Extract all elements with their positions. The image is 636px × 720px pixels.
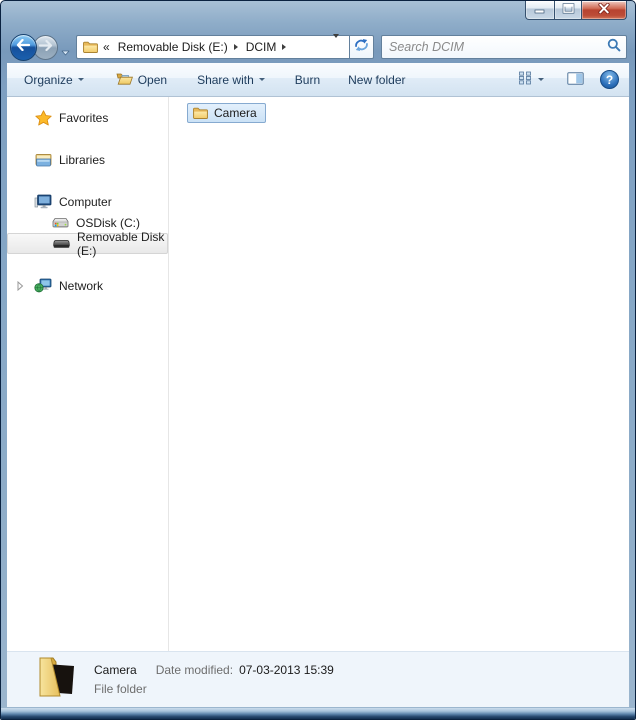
search-box[interactable] xyxy=(381,35,627,59)
refresh-icon xyxy=(354,38,369,57)
help-button[interactable]: ? xyxy=(600,70,619,89)
removable-drive-icon xyxy=(52,239,70,249)
close-button[interactable] xyxy=(582,1,627,20)
open-label: Open xyxy=(138,73,167,87)
star-icon xyxy=(34,110,52,126)
window-bottom-frame xyxy=(1,708,635,719)
breadcrumb-item-removable-disk[interactable]: Removable Disk (E:) xyxy=(114,38,242,56)
preview-pane-button[interactable] xyxy=(560,68,591,92)
open-folder-large-icon xyxy=(33,653,81,706)
preview-pane-icon xyxy=(567,72,584,88)
breadcrumb-separator-icon xyxy=(234,44,238,50)
forward-arrow-icon xyxy=(39,38,53,56)
organize-label: Organize xyxy=(24,73,73,87)
back-arrow-icon xyxy=(16,38,31,56)
breadcrumb-overflow-button[interactable]: « xyxy=(99,38,114,56)
chevron-down-icon xyxy=(78,78,84,81)
burn-button[interactable]: Burn xyxy=(288,69,327,91)
address-folder-icon[interactable] xyxy=(81,41,99,53)
content-area: Favorites Libraries Computer OSDisk (C:) xyxy=(7,97,629,651)
libraries-icon xyxy=(34,153,52,167)
date-modified-value: 07-03-2013 15:39 xyxy=(239,663,334,677)
navigation-bar: « Removable Disk (E:) DCIM xyxy=(7,31,629,63)
computer-icon xyxy=(34,194,52,209)
toolbar-right-group: ? xyxy=(510,67,619,92)
navigation-pane: Favorites Libraries Computer OSDisk (C:) xyxy=(7,97,168,651)
breadcrumb-item-dcim[interactable]: DCIM xyxy=(242,38,291,56)
address-bar: « Removable Disk (E:) DCIM xyxy=(76,35,374,59)
network-icon xyxy=(34,278,52,293)
refresh-button[interactable] xyxy=(349,35,374,59)
change-view-button[interactable] xyxy=(510,67,551,92)
maximize-icon xyxy=(562,1,575,19)
window-controls xyxy=(525,1,627,20)
details-item-name: Camera xyxy=(94,663,137,677)
minimize-icon xyxy=(534,1,546,19)
organize-button[interactable]: Organize xyxy=(17,69,91,91)
minimize-button[interactable] xyxy=(525,1,555,20)
folder-icon xyxy=(191,107,209,119)
views-icon xyxy=(517,71,533,88)
new-folder-label: New folder xyxy=(348,73,405,87)
sidebar-item-removable-disk-e[interactable]: Removable Disk (E:) xyxy=(7,233,168,254)
details-item-type: File folder xyxy=(94,682,334,696)
back-button[interactable] xyxy=(10,34,37,61)
close-icon xyxy=(597,1,611,19)
breadcrumb-separator-icon xyxy=(282,44,286,50)
sidebar-item-favorites[interactable]: Favorites xyxy=(7,107,168,128)
chevron-down-icon xyxy=(259,78,265,81)
overflow-chevron: « xyxy=(103,40,110,54)
recent-pages-dropdown[interactable] xyxy=(61,43,70,61)
sidebar-item-computer[interactable]: Computer xyxy=(7,191,168,212)
chevron-down-icon xyxy=(333,34,339,55)
hard-drive-icon xyxy=(51,217,69,229)
folder-item-camera[interactable]: Camera xyxy=(187,103,266,123)
open-folder-icon xyxy=(116,72,133,88)
sidebar-item-libraries[interactable]: Libraries xyxy=(7,149,168,170)
explorer-window: « Removable Disk (E:) DCIM xyxy=(0,0,636,720)
new-folder-button[interactable]: New folder xyxy=(341,69,412,91)
help-icon: ? xyxy=(606,73,613,87)
command-toolbar: Organize Open Share with Burn New folder xyxy=(7,63,629,97)
maximize-button[interactable] xyxy=(555,1,582,20)
share-with-label: Share with xyxy=(197,73,254,87)
share-with-button[interactable]: Share with xyxy=(190,69,272,91)
sidebar-item-network[interactable]: Network xyxy=(7,275,168,296)
date-modified-label: Date modified: xyxy=(156,663,233,677)
file-list-pane[interactable]: Camera xyxy=(169,97,629,651)
address-history-dropdown[interactable] xyxy=(327,34,345,60)
search-icon[interactable] xyxy=(607,38,621,57)
details-pane: Camera Date modified: 07-03-2013 15:39 F… xyxy=(7,651,629,707)
open-button[interactable]: Open xyxy=(109,68,174,92)
search-input[interactable] xyxy=(389,40,607,54)
chevron-down-icon xyxy=(538,78,544,81)
breadcrumb[interactable]: « Removable Disk (E:) DCIM xyxy=(76,35,349,59)
expand-arrow-icon[interactable] xyxy=(17,280,24,294)
folder-item-label: Camera xyxy=(214,106,257,120)
details-text: Camera Date modified: 07-03-2013 15:39 F… xyxy=(94,663,334,696)
burn-label: Burn xyxy=(295,73,320,87)
